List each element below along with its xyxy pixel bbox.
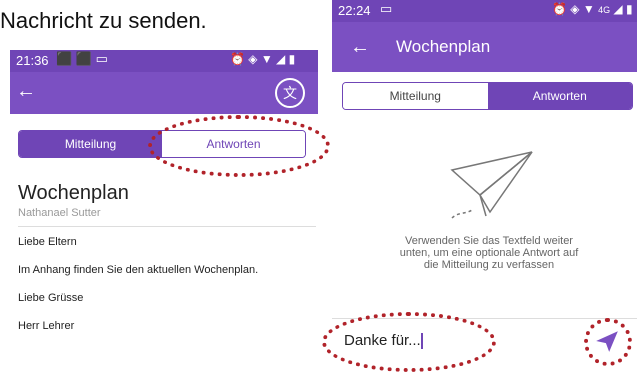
tab-antworten[interactable]: Antworten — [487, 83, 632, 109]
highlight-send-button — [584, 318, 632, 366]
tab-mitteilung[interactable]: Mitteilung — [19, 131, 162, 157]
highlight-reply-input — [322, 312, 496, 372]
page-title: Wochenplan — [396, 37, 491, 56]
paper-plane-illustration — [450, 151, 533, 219]
highlight-antworten-tab — [148, 115, 330, 177]
message-body-line: Liebe Eltern — [18, 236, 77, 248]
tab-mitteilung-label: Mitteilung — [389, 89, 441, 103]
message-body-line: Herr Lehrer — [18, 320, 75, 332]
back-arrow-icon[interactable]: ← — [350, 36, 370, 59]
message-title: Wochenplan — [18, 182, 129, 204]
app-bar: ← 文 — [10, 72, 318, 114]
reply-hint: Verwenden Sie das Textfeld weiter unten,… — [399, 235, 579, 271]
message-body-line: Im Anhang finden Sie den aktuellen Woche… — [18, 264, 259, 276]
status-network: 4G — [598, 5, 611, 15]
status-bar: 21:36 ⬛ ⬛ ▭ ⏰ ◈ ▼ ◢ ▮ — [10, 50, 318, 72]
tab-mitteilung-label: Mitteilung — [64, 137, 117, 151]
back-arrow-icon[interactable]: ← — [16, 80, 36, 103]
divider — [18, 226, 316, 227]
message-body-line: Liebe Grüsse — [18, 292, 84, 304]
tab-mitteilung[interactable]: Mitteilung — [343, 83, 488, 109]
status-bar: 22:24 ▭ ⏰ ◈ ▼ 4G ◢ ▮ — [332, 0, 637, 22]
status-system-icons: ⏰ ◈ ▼ 4G ◢ ▮ — [552, 2, 633, 16]
app-bar: ← Wochenplan — [332, 22, 637, 72]
message-author: Nathanael Sutter — [18, 207, 101, 219]
right-phone-screen: 22:24 ▭ ⏰ ◈ ▼ 4G ◢ ▮ ← Wochenplan Mittei… — [332, 0, 637, 365]
translate-icon[interactable]: 文 — [275, 78, 305, 108]
status-notification-icon: ▭ — [380, 1, 393, 16]
tab-antworten-label: Antworten — [532, 89, 587, 103]
tutorial-caption: Nachricht zu senden. — [0, 8, 207, 33]
tab-switch: Mitteilung Antworten — [342, 82, 633, 110]
status-notification-icons: ⬛ ⬛ ▭ — [56, 51, 108, 66]
status-time: 22:24 — [338, 3, 371, 18]
status-time: 21:36 — [16, 53, 49, 68]
left-phone-screen: 21:36 ⬛ ⬛ ▭ ⏰ ◈ ▼ ◢ ▮ ← 文 Mitteilung Ant… — [10, 50, 318, 365]
status-system-icons: ⏰ ◈ ▼ ◢ ▮ — [230, 52, 296, 66]
